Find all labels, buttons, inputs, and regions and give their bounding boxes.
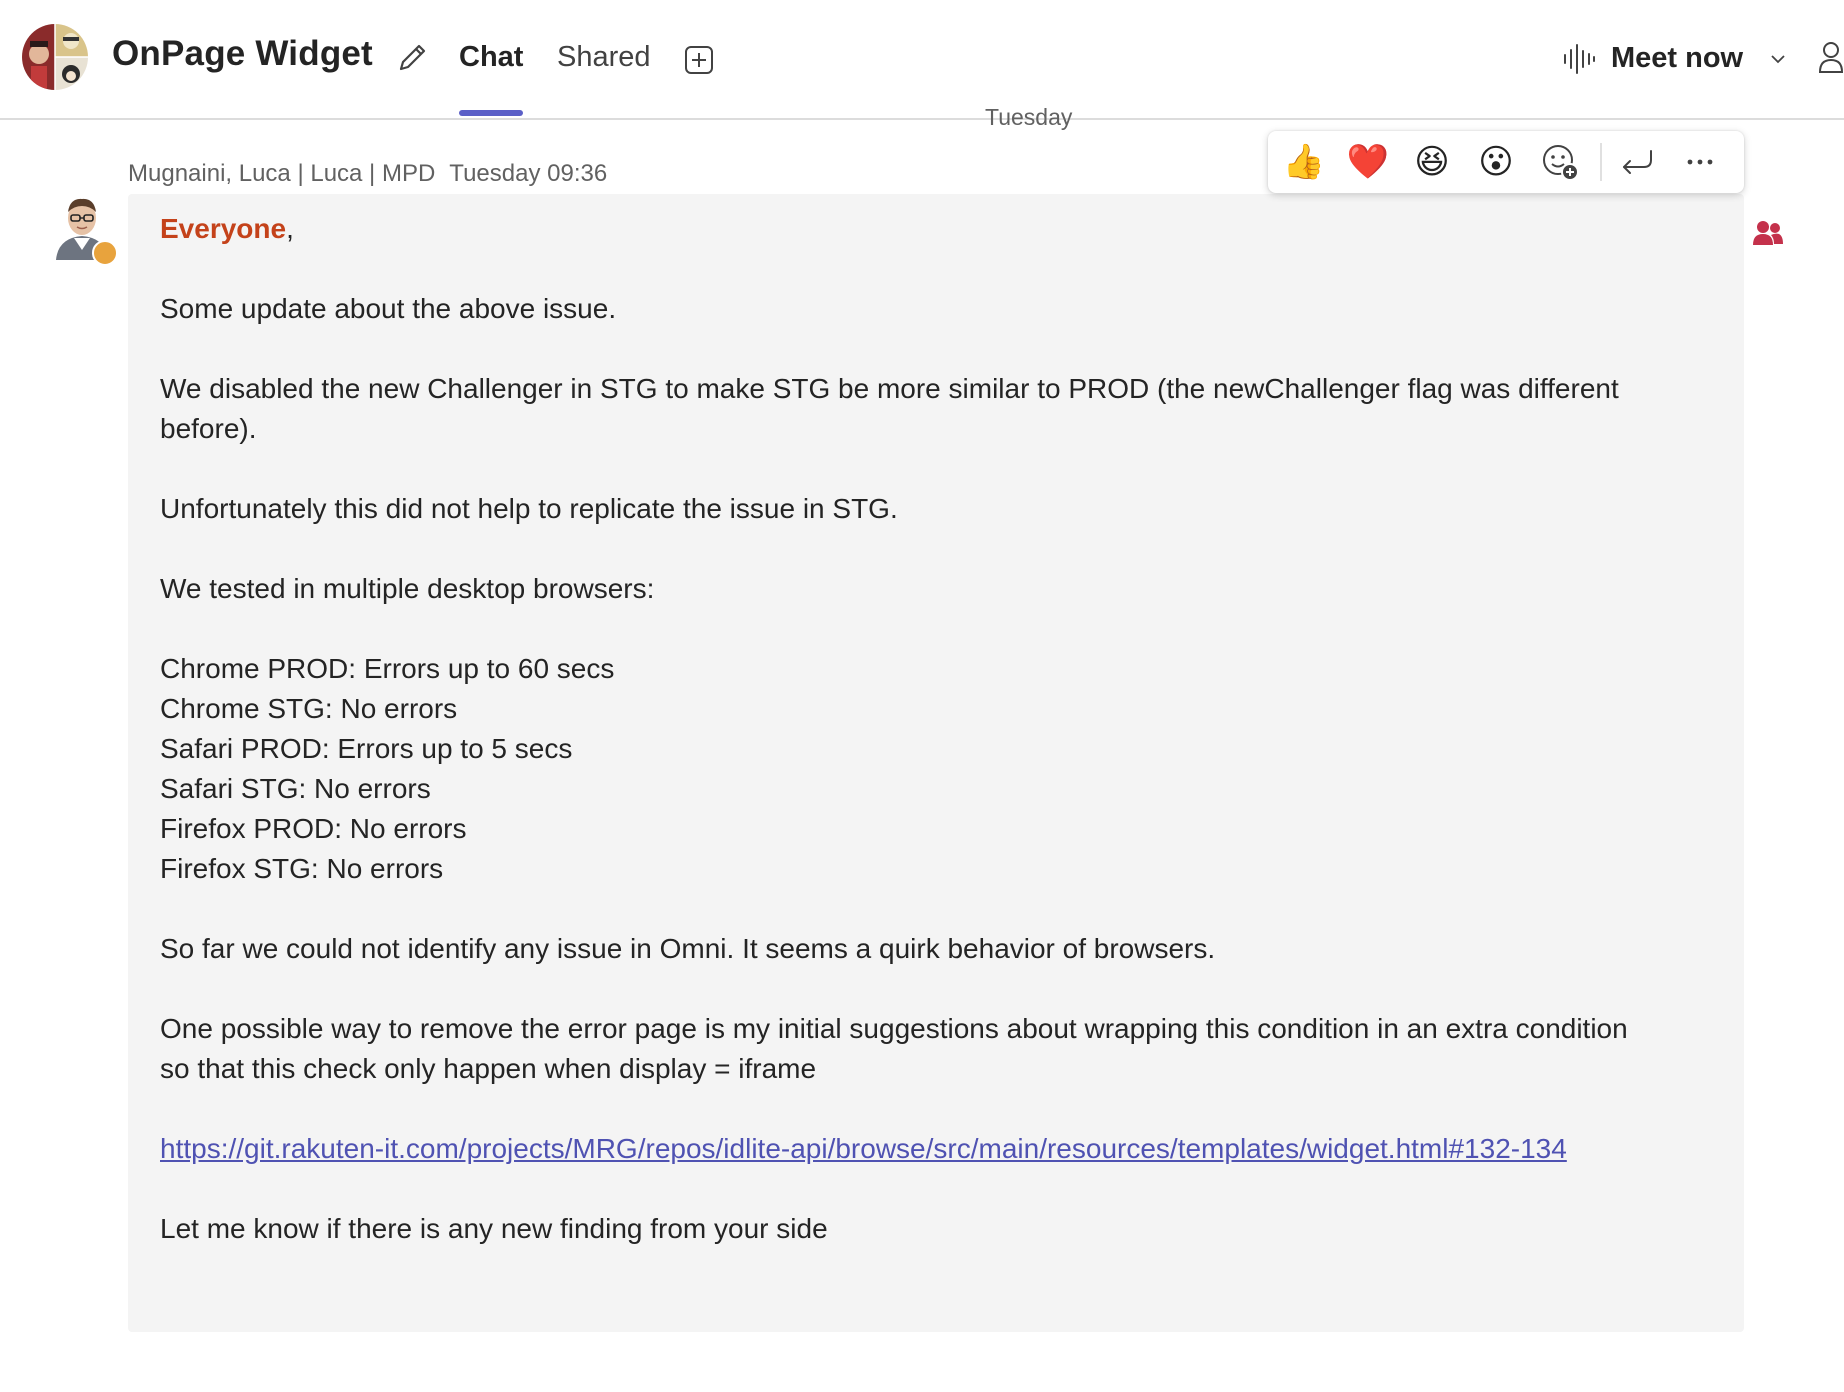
meet-now-button[interactable]: Meet now xyxy=(1611,42,1743,75)
group-mention-icon xyxy=(1752,220,1784,246)
message-line: We disabled the new Challenger in STG to… xyxy=(160,373,1619,404)
message-line: We tested in multiple desktop browsers: xyxy=(160,573,655,604)
message-line: Chrome PROD: Errors up to 60 secs xyxy=(160,653,615,684)
reply-icon[interactable] xyxy=(1616,142,1656,182)
mention-everyone[interactable]: Everyone xyxy=(160,213,286,244)
mention-suffix: , xyxy=(286,213,294,244)
tab-shared[interactable]: Shared xyxy=(557,41,651,74)
tab-chat[interactable]: Chat xyxy=(459,41,523,74)
reaction-toolbar: 👍 ❤️ 😆 😮 xyxy=(1268,131,1744,193)
message-header: Mugnaini, Luca | Luca | MPD Tuesday 09:36 xyxy=(128,160,607,188)
message-line: One possible way to remove the error pag… xyxy=(160,1013,1628,1044)
message-line: Firefox STG: No errors xyxy=(160,853,444,884)
like-reaction-button[interactable]: 👍 xyxy=(1283,142,1325,182)
heart-reaction-button[interactable]: ❤️ xyxy=(1347,142,1389,182)
message-line: So far we could not identify any issue i… xyxy=(160,933,1216,964)
message-line: so that this check only happen when disp… xyxy=(160,1053,817,1084)
people-icon[interactable] xyxy=(1818,40,1844,76)
message-line: Unfortunately this did not help to repli… xyxy=(160,493,898,524)
chat-title: OnPage Widget xyxy=(112,34,373,73)
message-line: Chrome STG: No errors xyxy=(160,693,458,724)
chat-header: OnPage Widget Chat Shared Meet now xyxy=(0,0,1844,120)
message-line: Firefox PROD: No errors xyxy=(160,813,467,844)
message-line: before). xyxy=(160,413,257,444)
message-line: Let me know if there is any new finding … xyxy=(160,1213,828,1244)
message-timestamp: Tuesday 09:36 xyxy=(449,160,608,187)
sender-name[interactable]: Mugnaini, Luca | Luca | MPD xyxy=(128,160,435,187)
message-line: Safari PROD: Errors up to 5 secs xyxy=(160,733,573,764)
add-tab-icon[interactable] xyxy=(683,44,715,76)
message-mention-line: Everyone, xyxy=(160,209,294,249)
add-reaction-icon[interactable] xyxy=(1540,142,1580,182)
more-options-icon[interactable] xyxy=(1680,142,1720,182)
laugh-reaction-button[interactable]: 😆 xyxy=(1412,142,1452,182)
active-tab-indicator xyxy=(459,110,523,116)
surprised-reaction-button[interactable]: 😮 xyxy=(1476,142,1516,182)
message-line: Some update about the above issue. xyxy=(160,293,617,324)
meet-now-icon[interactable] xyxy=(1562,42,1596,76)
chevron-down-icon[interactable] xyxy=(1769,50,1787,68)
repository-link[interactable]: https://git.rakuten-it.com/projects/MRG/… xyxy=(160,1129,1567,1169)
edit-title-icon[interactable] xyxy=(395,41,429,75)
date-divider: Tuesday xyxy=(985,104,1073,130)
toolbar-divider xyxy=(1600,143,1602,181)
away-status-badge xyxy=(92,240,118,266)
message-line: Safari STG: No errors xyxy=(160,773,431,804)
group-avatar[interactable] xyxy=(22,24,88,90)
